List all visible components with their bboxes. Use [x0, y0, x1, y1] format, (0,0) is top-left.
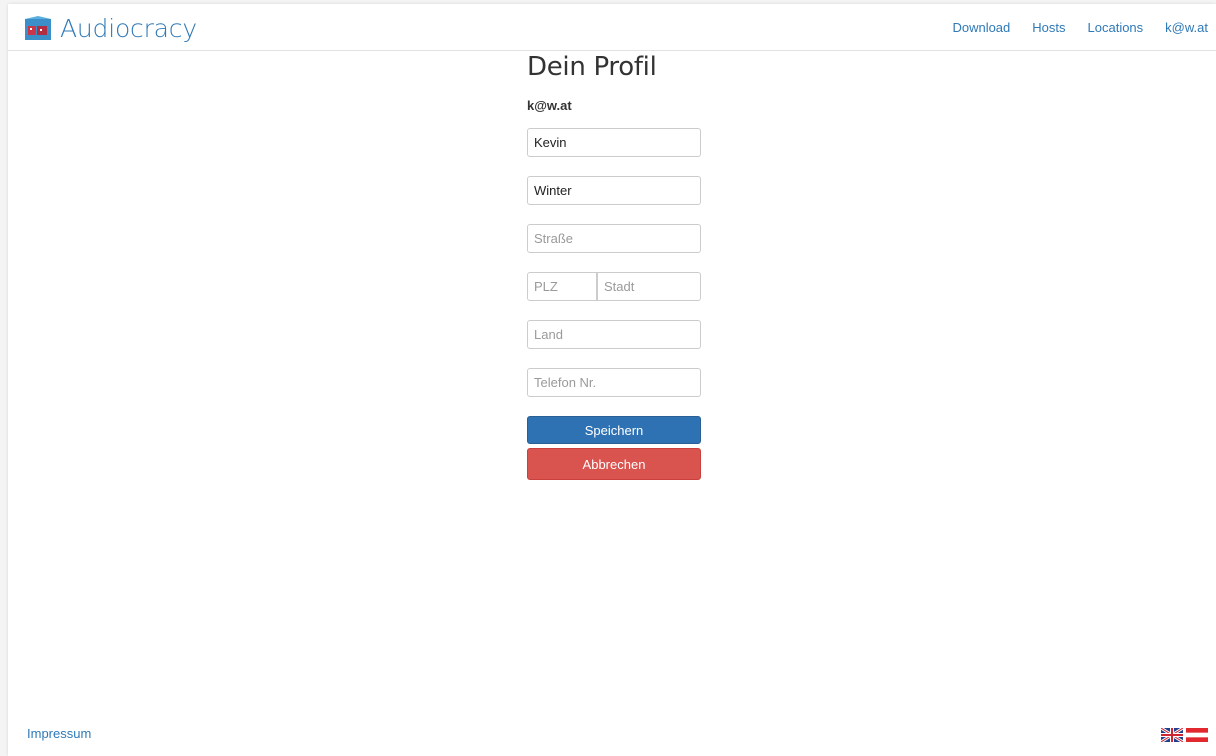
profile-form: Dein Profil k@w.at Speichern Abbrechen — [527, 52, 701, 480]
nav-download[interactable]: Download — [952, 20, 1010, 35]
uk-flag-icon[interactable] — [1161, 728, 1183, 742]
brand-link[interactable]: Audiocracy — [24, 13, 197, 43]
nav-hosts[interactable]: Hosts — [1032, 20, 1065, 35]
nav-locations[interactable]: Locations — [1088, 20, 1144, 35]
zip-input[interactable] — [527, 272, 597, 301]
city-input[interactable] — [597, 272, 701, 301]
street-input[interactable] — [527, 224, 701, 253]
audiocracy-logo-icon — [25, 16, 51, 40]
nav-links: Download Hosts Locations k@w.at — [952, 20, 1208, 35]
cancel-button[interactable]: Abbrechen — [527, 448, 701, 480]
profile-email: k@w.at — [527, 98, 572, 113]
austria-flag-icon[interactable] — [1186, 728, 1208, 742]
zip-city-row — [527, 272, 701, 301]
country-input[interactable] — [527, 320, 701, 349]
language-switcher — [1161, 728, 1208, 742]
page-title: Dein Profil — [527, 52, 657, 82]
brand-name: Audiocracy — [60, 13, 197, 43]
save-button[interactable]: Speichern — [527, 416, 701, 444]
page: Audiocracy Download Hosts Locations k@w.… — [8, 4, 1216, 756]
navbar: Audiocracy Download Hosts Locations k@w.… — [8, 4, 1216, 51]
last-name-input[interactable] — [527, 176, 701, 205]
first-name-input[interactable] — [527, 128, 701, 157]
nav-user-account[interactable]: k@w.at — [1165, 20, 1208, 35]
impressum-link[interactable]: Impressum — [27, 726, 91, 741]
phone-input[interactable] — [527, 368, 701, 397]
